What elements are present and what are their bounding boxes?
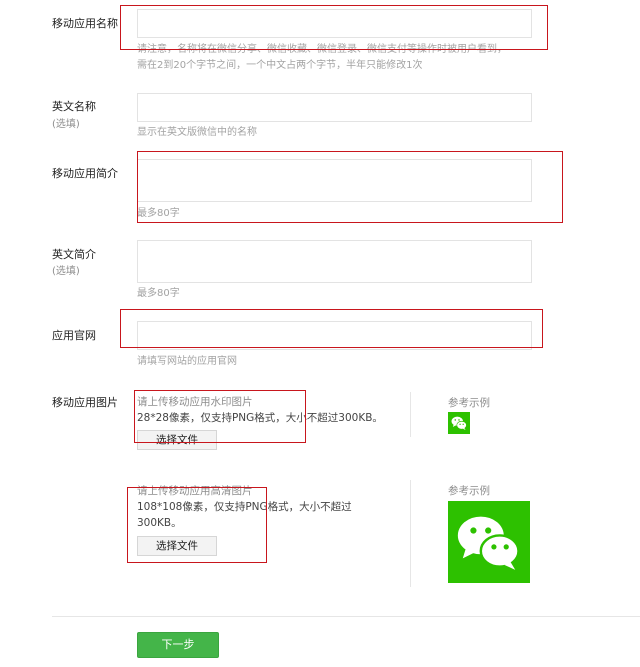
app-name-input[interactable] — [137, 9, 532, 38]
website-input[interactable] — [137, 321, 532, 350]
en-name-hint: 显示在英文版微信中的名称 — [137, 127, 257, 138]
watermark-example-title: 参考示例 — [448, 397, 490, 409]
website-label: 应用官网 — [52, 329, 96, 342]
website-hint: 请填写网站的应用官网 — [137, 356, 237, 367]
watermark-choose-file-button[interactable]: 选择文件 — [137, 430, 217, 450]
en-intro-textarea[interactable] — [137, 240, 532, 283]
en-name-input[interactable] — [137, 93, 532, 122]
en-intro-hint: 最多80字 — [137, 288, 180, 299]
watermark-upload-title: 请上传移动应用水印图片 — [137, 396, 253, 408]
en-intro-label: 英文简介 — [52, 248, 96, 261]
app-name-hint-line1: 请注意，名称将在微信分享、微信收藏、微信登录、微信支付等操作时被用户看到， — [137, 44, 507, 55]
wechat-logo-large-icon — [448, 501, 530, 583]
hd-choose-file-button[interactable]: 选择文件 — [137, 536, 217, 556]
divider-vertical-watermark — [410, 392, 411, 437]
app-images-label: 移动应用图片 — [52, 396, 118, 409]
en-name-optional: (选填) — [52, 119, 80, 130]
hd-upload-desc-line2: 300KB。 — [137, 517, 182, 529]
watermark-upload-desc: 28*28像素，仅支持PNG格式，大小不超过300KB。 — [137, 412, 383, 424]
app-intro-hint: 最多80字 — [137, 208, 180, 219]
app-intro-textarea[interactable] — [137, 159, 532, 202]
divider-vertical-hd — [410, 480, 411, 587]
wechat-logo-icon — [448, 412, 470, 434]
app-name-hint-line2: 需在2到20个字节之间，一个中文占两个字节，半年只能修改1次 — [137, 60, 423, 71]
hd-upload-title: 请上传移动应用高清图片 — [137, 485, 253, 497]
en-intro-optional: (选填) — [52, 266, 80, 277]
app-name-label: 移动应用名称 — [52, 17, 118, 30]
en-name-label: 英文名称 — [52, 100, 96, 113]
hd-upload-desc-line1: 108*108像素，仅支持PNG格式，大小不超过 — [137, 501, 352, 513]
next-step-button[interactable]: 下一步 — [137, 632, 219, 658]
bottom-divider — [52, 616, 640, 617]
app-intro-label: 移动应用简介 — [52, 167, 118, 180]
hd-example-title: 参考示例 — [448, 485, 490, 497]
